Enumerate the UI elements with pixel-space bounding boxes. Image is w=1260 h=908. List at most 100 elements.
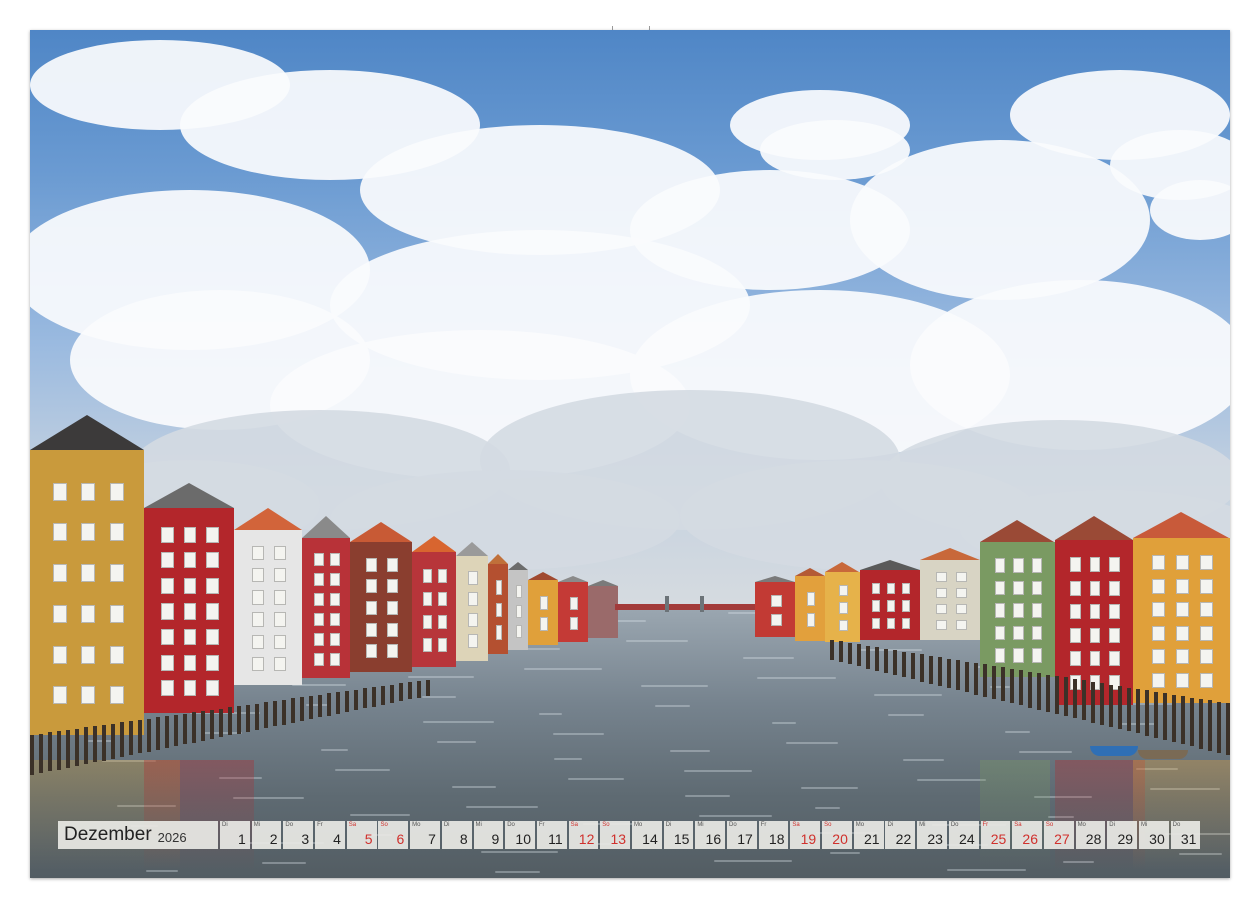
weekday-label: Mi: [1140, 822, 1148, 828]
window: [515, 604, 523, 618]
day-number: 26: [1022, 831, 1038, 847]
window: [1013, 558, 1024, 573]
water-ripple: [917, 779, 986, 781]
window: [495, 580, 503, 595]
wharf-building: [588, 586, 618, 638]
window: [1013, 648, 1024, 663]
water-ripple: [699, 815, 772, 817]
window: [206, 629, 219, 646]
water-ripple: [714, 860, 792, 862]
wharf-pile: [1199, 699, 1203, 749]
window: [274, 590, 287, 605]
window: [183, 654, 197, 671]
water-reflection: [144, 760, 254, 870]
water-ripple: [146, 870, 178, 872]
window: [366, 601, 378, 615]
day-number: 2: [269, 831, 278, 847]
wharf-pile: [345, 690, 349, 712]
window: [52, 564, 67, 583]
weekday-label: Di: [665, 822, 672, 828]
building-roof: [234, 508, 302, 530]
day-cell: Mo 28: [1075, 821, 1106, 849]
window: [274, 546, 287, 561]
window: [366, 579, 378, 594]
day-cell: Mi 2: [251, 821, 282, 849]
window: [161, 552, 174, 569]
window: [1176, 672, 1189, 688]
water-ripple: [743, 657, 794, 659]
water-ripple: [262, 862, 306, 864]
window: [1109, 627, 1120, 643]
building-roof: [528, 572, 558, 580]
day-cell: Do 10: [505, 821, 535, 849]
window: [109, 645, 124, 664]
window: [183, 577, 197, 594]
window: [366, 644, 378, 659]
water-ripple: [335, 769, 390, 771]
wharf-pile: [1001, 667, 1005, 702]
water-ripple: [626, 640, 688, 642]
window: [1032, 558, 1043, 573]
window: [1070, 627, 1081, 643]
window: [330, 552, 340, 566]
building-roof: [456, 542, 488, 556]
water-ripple: [481, 851, 558, 853]
wharf-pile: [947, 658, 951, 689]
day-cell: Fr 18: [758, 821, 789, 849]
wharf-pile: [1163, 693, 1167, 740]
window: [251, 612, 264, 627]
wharf-pile: [1172, 694, 1176, 743]
year-label: 2026: [157, 829, 187, 845]
window: [330, 632, 340, 646]
wharf-pile: [48, 732, 52, 772]
window: [806, 591, 816, 606]
day-number: 18: [768, 831, 785, 847]
window: [468, 592, 478, 606]
window: [1200, 602, 1214, 618]
wharf-pile: [399, 683, 403, 702]
rowing-boat: [1090, 746, 1138, 756]
wharf-pile: [893, 650, 897, 676]
wharf-pile: [992, 665, 996, 699]
day-cell: Mi 23: [917, 821, 947, 849]
wharf-pile: [1100, 683, 1104, 725]
wharf-pile: [983, 664, 987, 697]
window: [1176, 649, 1189, 665]
window: [806, 613, 816, 628]
window: [330, 652, 340, 666]
water-ripple: [874, 694, 942, 696]
wharf-building: [234, 530, 302, 685]
water-ripple: [655, 705, 690, 707]
building-roof: [920, 548, 980, 560]
window: [994, 558, 1005, 573]
wharf-pile: [884, 648, 888, 673]
wharf-pile: [300, 697, 304, 721]
window: [314, 552, 324, 566]
water-ripple: [815, 807, 840, 809]
window: [183, 526, 197, 543]
window: [901, 600, 911, 612]
wharf-pile: [183, 713, 187, 745]
window: [515, 584, 523, 598]
wharf-pile: [1145, 690, 1149, 736]
window: [52, 523, 67, 542]
weekday-label: Sa: [348, 822, 357, 828]
wharf-pile: [1028, 671, 1032, 708]
day-cell: Fr 11: [536, 821, 567, 849]
water-ripple: [786, 742, 838, 744]
window: [52, 686, 67, 705]
weekday-label: Mi: [919, 822, 926, 828]
weekday-label: So: [824, 822, 832, 828]
wharf-pile: [1055, 676, 1059, 714]
day-cell: Mi 30: [1138, 821, 1169, 849]
wharf-pile: [875, 647, 879, 671]
window: [935, 619, 947, 631]
weekday-label: Di: [222, 822, 228, 828]
wharf-pile: [327, 693, 331, 716]
wharf-pile: [201, 711, 205, 741]
window: [770, 595, 782, 608]
wharf-pile: [30, 735, 34, 775]
wharf-pile: [255, 703, 259, 730]
weekday-label: Sa: [1014, 822, 1022, 828]
window: [838, 584, 849, 597]
